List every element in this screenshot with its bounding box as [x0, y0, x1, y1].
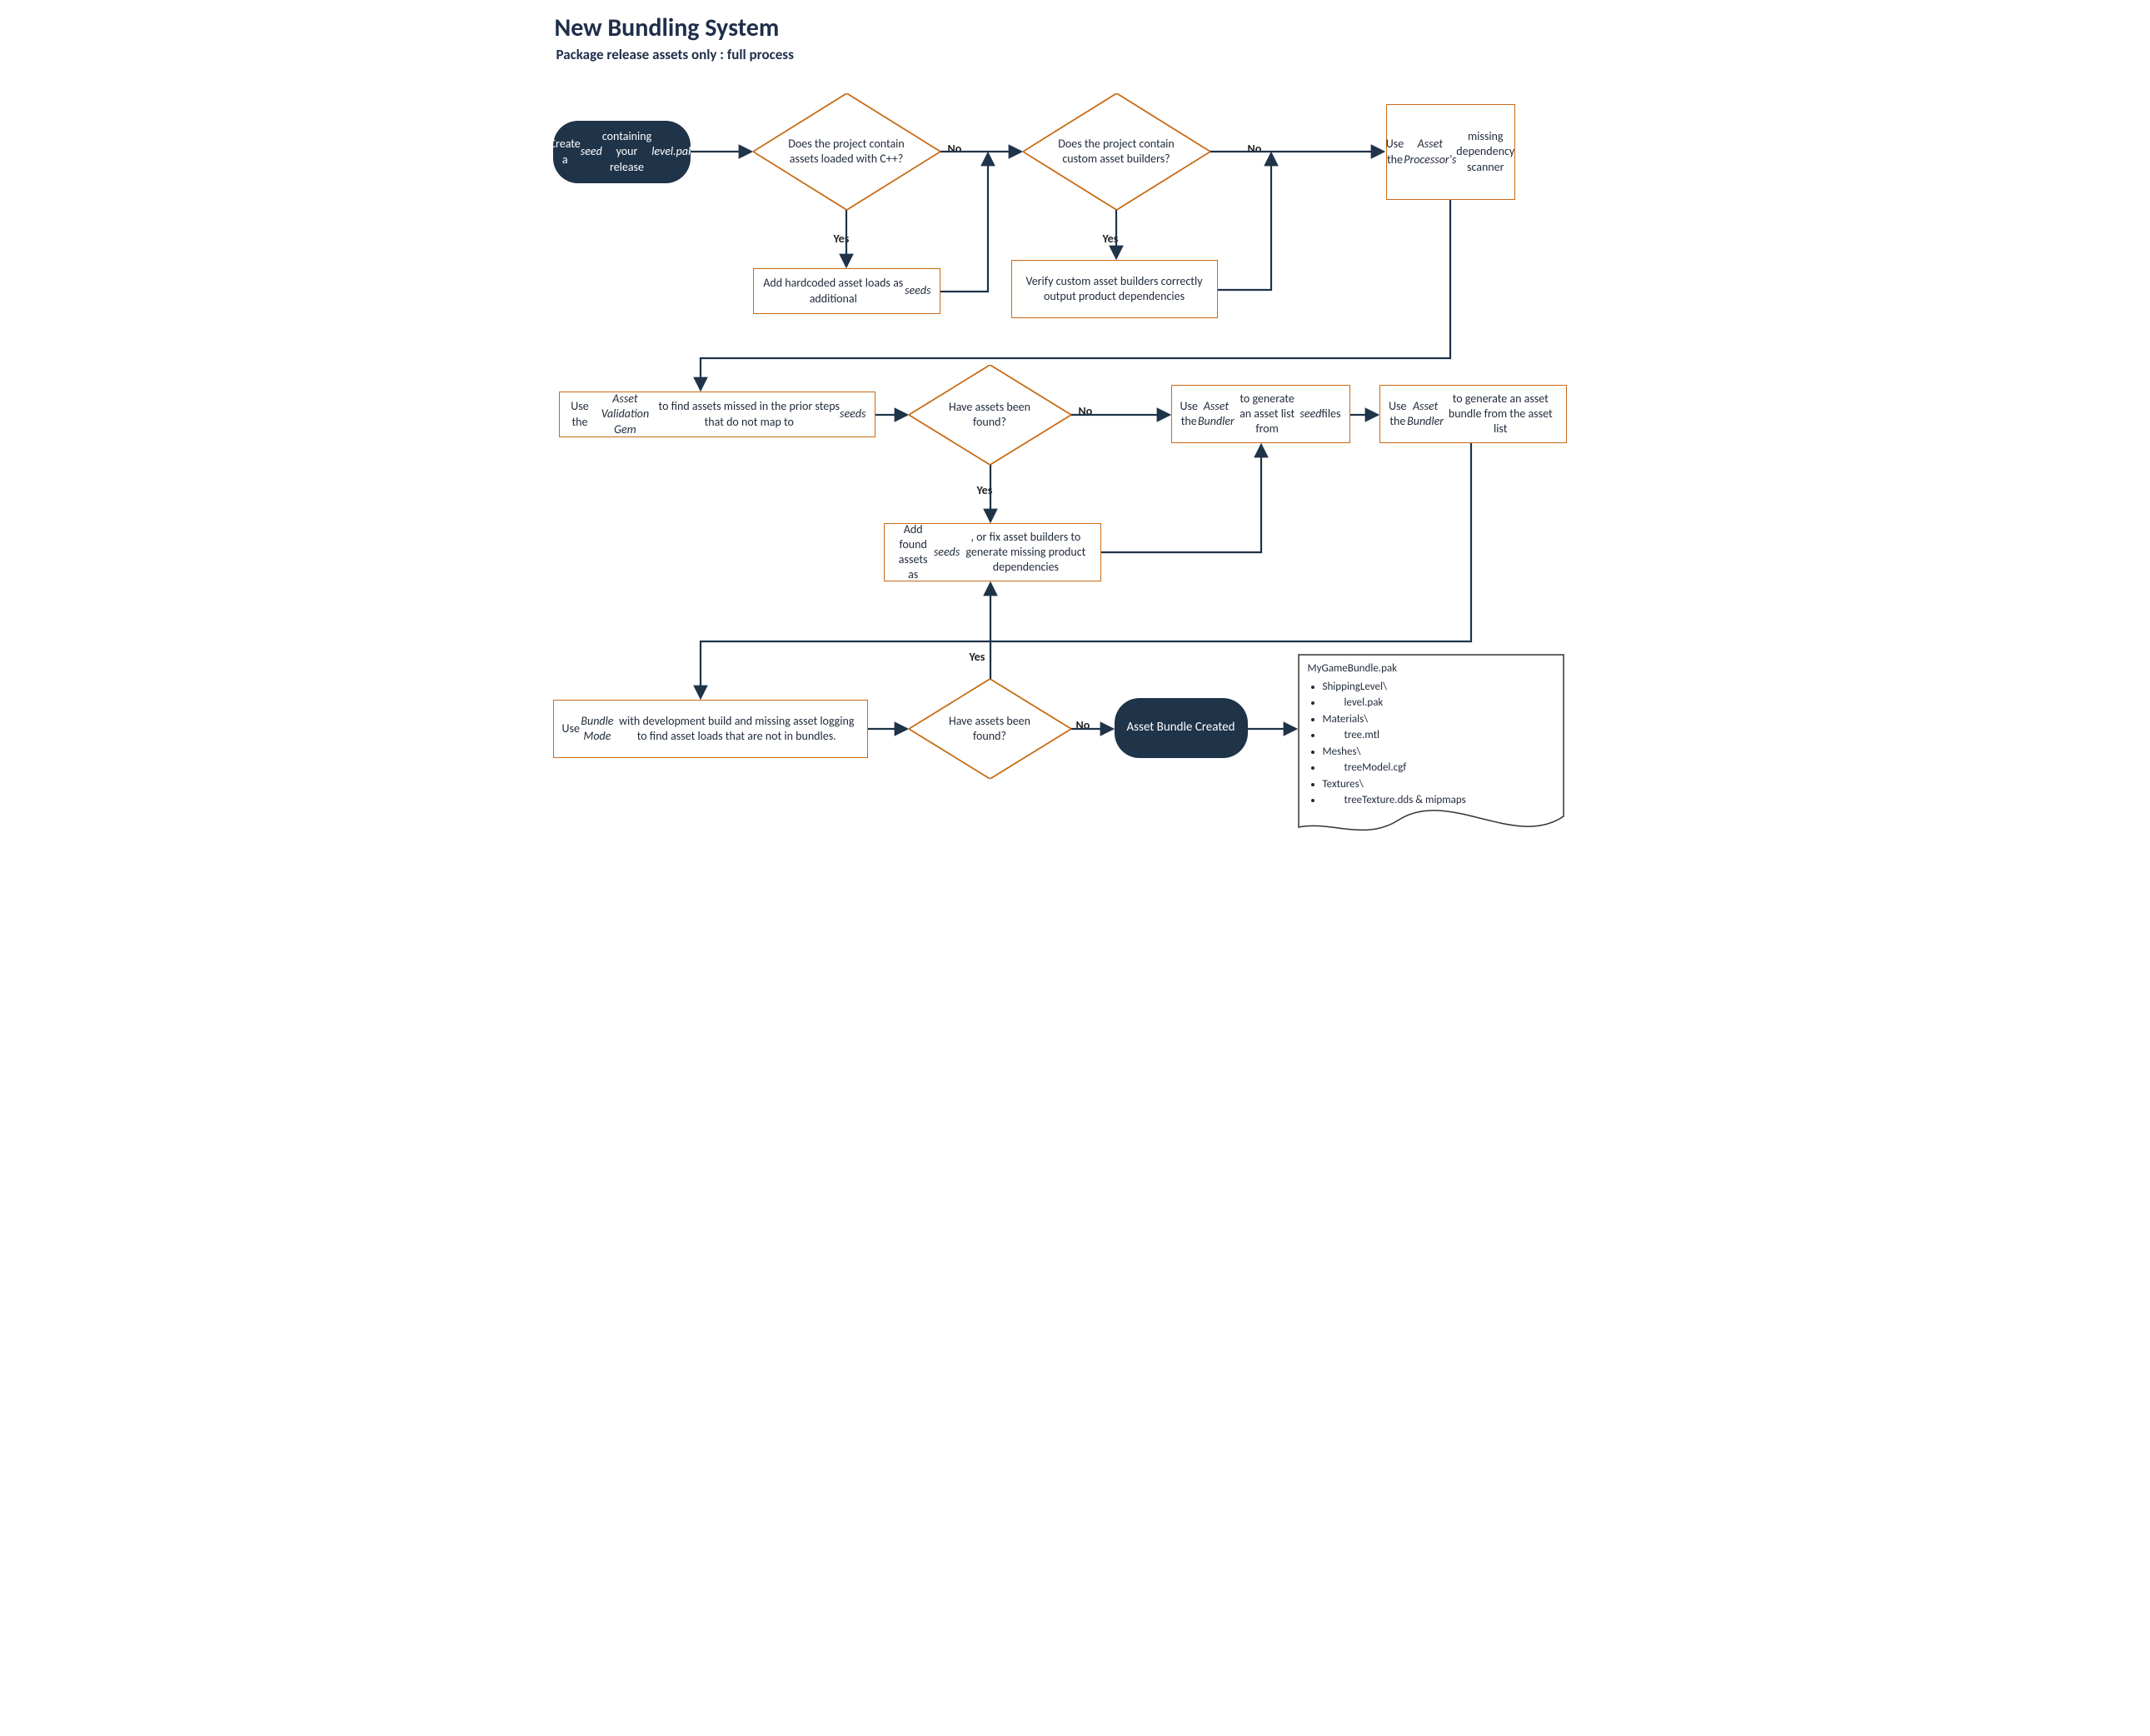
decision-found1: Have assets been found?: [909, 365, 1071, 465]
label-yes: Yes: [970, 650, 985, 664]
output-document: MyGameBundle.pak ShippingLevel\level.pak…: [1298, 654, 1564, 841]
process-asset-validation-gem: Use the Asset Validation Gem to find ass…: [559, 392, 875, 437]
doc-item: level.pak: [1323, 695, 1556, 711]
process-bundle-mode: Use Bundle Mode with development build a…: [553, 700, 868, 758]
doc-header: MyGameBundle.pak: [1308, 661, 1556, 677]
start-node: Create a seed containing your release le…: [553, 121, 691, 183]
label-no: No: [1079, 404, 1093, 418]
doc-item: ShippingLevel\: [1323, 679, 1556, 696]
doc-list: ShippingLevel\level.pakMaterials\tree.mt…: [1308, 679, 1556, 809]
process-verify-builders: Verify custom asset builders correctly o…: [1011, 260, 1218, 318]
end-node: Asset Bundle Created: [1115, 698, 1248, 758]
doc-item: treeTexture.dds & mipmaps: [1323, 792, 1556, 809]
page-title: New Bundling System: [555, 12, 780, 43]
label-no: No: [948, 142, 962, 156]
decision-builders: Does the project contain custom asset bu…: [1023, 93, 1210, 210]
process-gen-list: Use the Asset Bundler to generate an ass…: [1171, 385, 1350, 443]
label-no: No: [1248, 142, 1262, 156]
label-yes: Yes: [977, 483, 993, 497]
label-yes: Yes: [1103, 232, 1119, 246]
doc-item: treeModel.cgf: [1323, 760, 1556, 776]
doc-item: Materials\: [1323, 711, 1556, 728]
process-add-hardcoded: Add hardcoded asset loads as additional …: [753, 268, 940, 314]
process-add-found: Add found assets as seeds, or fix asset …: [884, 523, 1101, 581]
doc-item: Textures\: [1323, 776, 1556, 793]
page-subtitle: Package release assets only : full proce…: [556, 46, 794, 63]
process-gen-bundle: Use the Asset Bundler to generate an ass…: [1379, 385, 1567, 443]
doc-item: Meshes\: [1323, 744, 1556, 761]
flowchart-canvas: New Bundling System Package release asse…: [538, 0, 1613, 868]
label-yes: Yes: [834, 232, 850, 246]
process-ap-scanner: Use the Asset Processor's missing depend…: [1386, 104, 1515, 200]
doc-item: tree.mtl: [1323, 727, 1556, 744]
decision-cxx: Does the project contain assets loaded w…: [753, 93, 940, 210]
decision-found2: Have assets been found?: [909, 679, 1071, 779]
label-no: No: [1076, 718, 1090, 732]
